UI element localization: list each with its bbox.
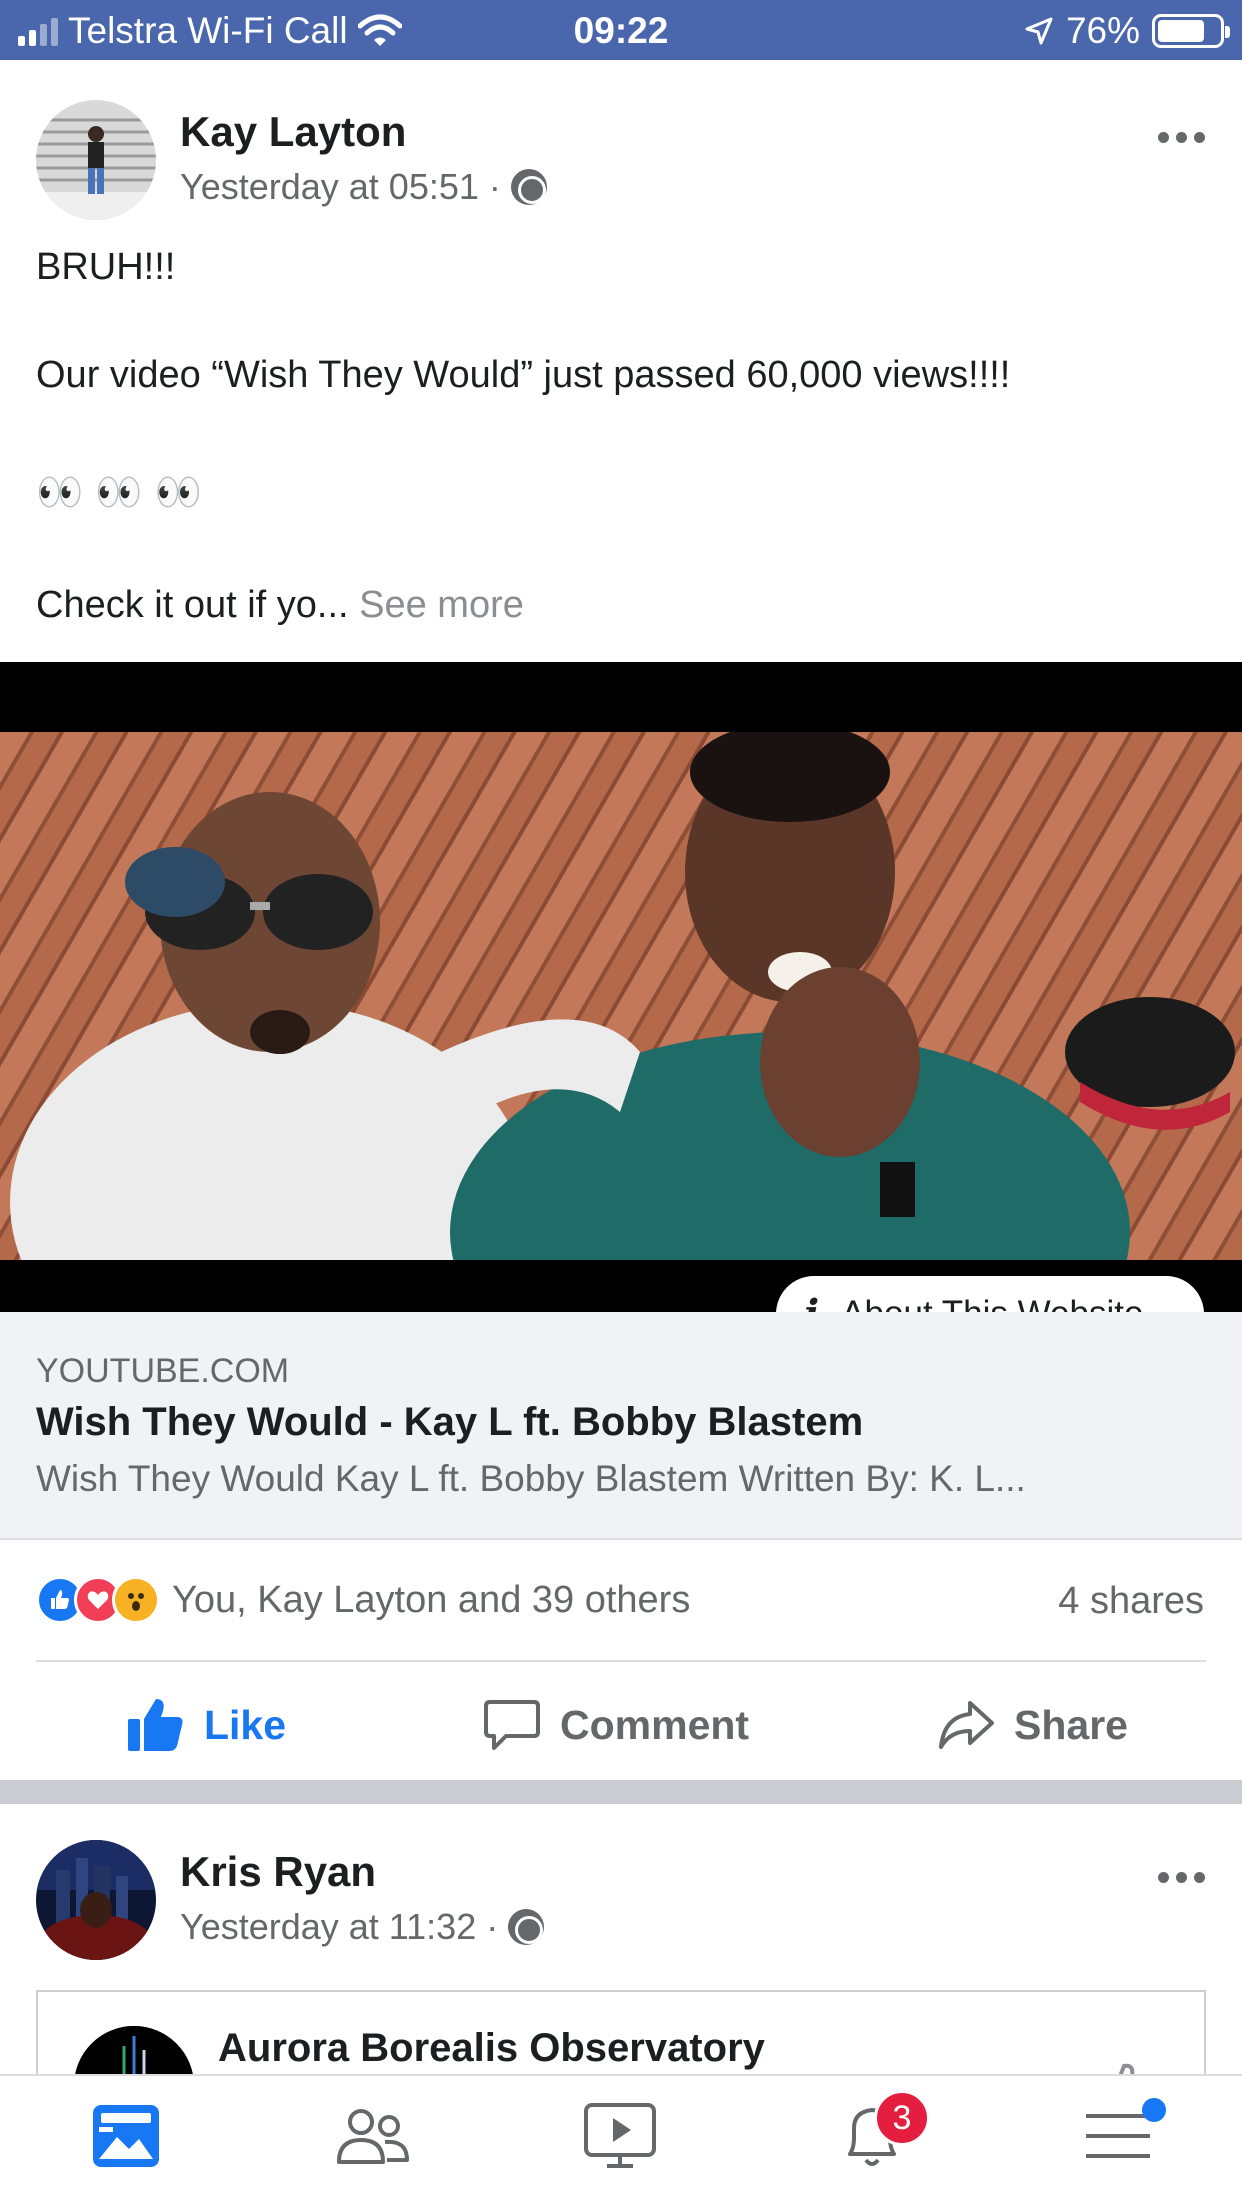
post-text-emoji: 👀 👀 👀: [36, 470, 203, 514]
link-preview[interactable]: YOUTUBE.COM Wish They Would - Kay L ft. …: [0, 1312, 1242, 1540]
shared-page-title: Aurora Borealis Observatory: [218, 2026, 765, 2070]
comment-button[interactable]: Comment: [484, 1690, 749, 1760]
news-feed-icon[interactable]: [86, 2096, 166, 2176]
post-text-truncated: Check it out if yo...: [36, 584, 349, 626]
comment-icon: [484, 1700, 540, 1750]
link-domain: YOUTUBE.COM: [36, 1352, 290, 1390]
post-meta: Yesterday at 05:51 ·: [180, 166, 547, 208]
author-avatar[interactable]: [36, 100, 156, 220]
shares-count[interactable]: 4 shares: [1058, 1580, 1204, 1623]
globe-icon: [510, 169, 547, 205]
location-arrow-icon: [1025, 17, 1053, 45]
globe-icon: [508, 1909, 545, 1945]
link-title: Wish They Would - Kay L ft. Bobby Blaste…: [36, 1400, 864, 1444]
post-text-line: BRUH!!!: [36, 246, 176, 288]
post-text-line: Check it out if yo... See more: [36, 584, 524, 627]
battery-fill: [1158, 20, 1204, 42]
thumbs-up-icon: [128, 1699, 183, 1751]
post-more-options-icon[interactable]: [1158, 1872, 1205, 1883]
notifications-badge: 3: [874, 2090, 930, 2146]
reactions-text: You, Kay Layton and 39 others: [172, 1578, 691, 1621]
see-more-link[interactable]: See more: [359, 584, 524, 626]
share-arrow-icon: [939, 1701, 994, 1749]
friends-icon[interactable]: [333, 2096, 413, 2176]
post-author-name[interactable]: Kris Ryan: [180, 1848, 376, 1896]
menu-indicator-dot: [1142, 2098, 1166, 2122]
video-thumbnail: [0, 732, 1242, 1260]
post-meta: Yesterday at 11:32 ·: [180, 1906, 545, 1948]
wow-reaction-icon: [112, 1576, 160, 1624]
video-player[interactable]: [0, 662, 1242, 1312]
status-right: 76%: [1024, 10, 1230, 52]
reactions-summary[interactable]: You, Kay Layton and 39 others: [36, 1576, 690, 1624]
post-timestamp[interactable]: Yesterday at 05:51 ·: [180, 166, 501, 208]
actions-divider: [36, 1660, 1206, 1662]
battery-percent: 76%: [1065, 10, 1140, 51]
link-description: Wish They Would Kay L ft. Bobby Blastem …: [36, 1458, 1026, 1499]
like-label: Like: [204, 1701, 287, 1748]
share-label: Share: [1014, 1701, 1128, 1748]
battery-icon: [1152, 14, 1230, 48]
comment-label: Comment: [560, 1701, 750, 1748]
post-separator: [0, 1780, 1242, 1804]
post-author-name[interactable]: Kay Layton: [180, 108, 406, 156]
like-button[interactable]: Like: [126, 1690, 286, 1760]
share-button[interactable]: Share: [938, 1690, 1128, 1760]
post-timestamp[interactable]: Yesterday at 11:32 ·: [180, 1906, 498, 1948]
watch-icon[interactable]: [580, 2096, 660, 2176]
bottom-tab-bar: [0, 2074, 1242, 2208]
author-avatar[interactable]: [36, 1840, 156, 1960]
post-more-options-icon[interactable]: [1158, 132, 1205, 143]
status-bar: Telstra Wi-Fi Call 09:22 76%: [0, 0, 1242, 60]
post-text-line: Our video “Wish They Would” just passed …: [36, 354, 1011, 396]
